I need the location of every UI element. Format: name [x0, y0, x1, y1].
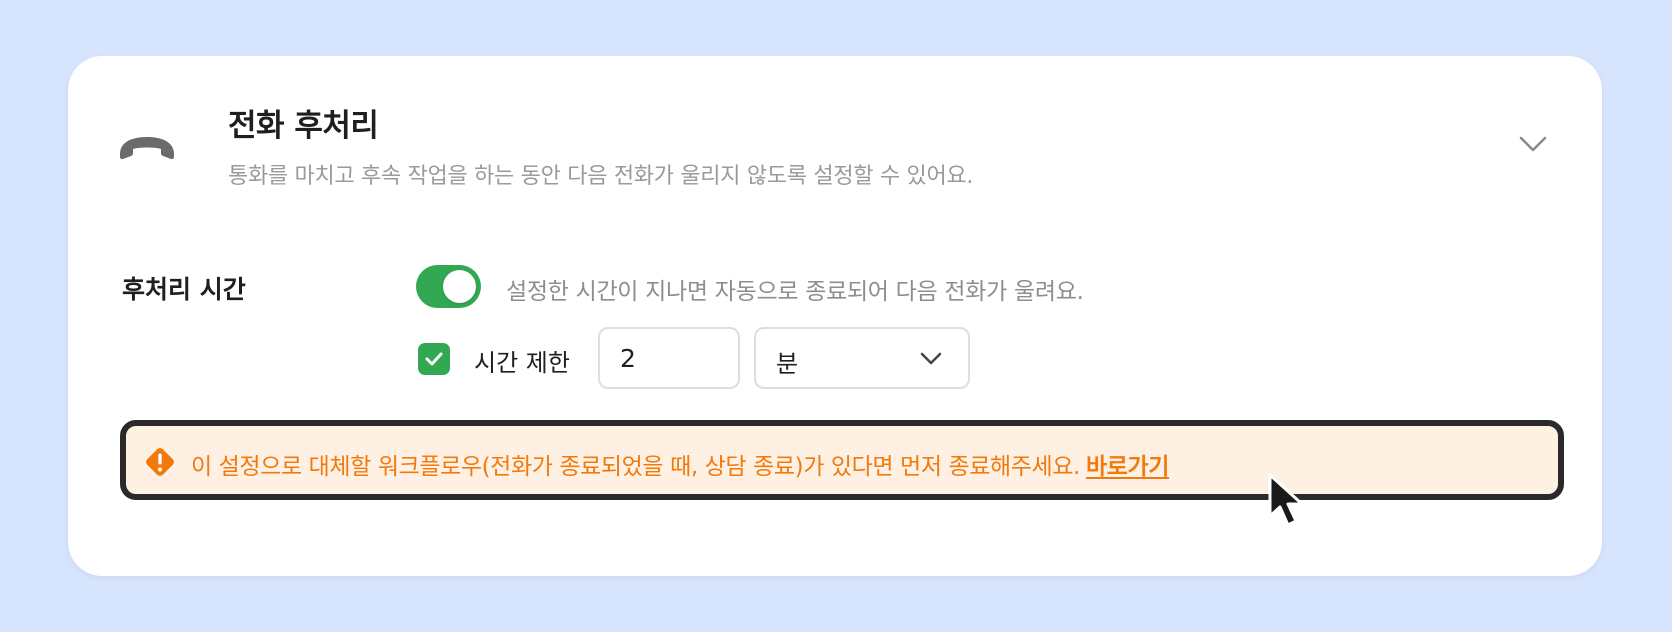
after-call-toggle[interactable]: [416, 265, 481, 308]
time-limit-checkbox[interactable]: [418, 343, 450, 375]
time-unit-value: 분: [776, 350, 799, 378]
toggle-description: 설정한 시간이 지나면 자동으로 종료되어 다음 전화가 울려요.: [506, 279, 1084, 305]
section-description: 통화를 마치고 후속 작업을 하는 동안 다음 전화가 울리지 않도록 설정할 …: [228, 164, 974, 189]
warning-icon: [146, 448, 174, 476]
time-unit-select[interactable]: 분: [754, 327, 970, 389]
setting-label: 후처리 시간: [122, 275, 246, 304]
warning-message-line: 이 설정으로 대체할 워크플로우(전화가 종료되었을 때, 상담 종료)가 있다…: [191, 447, 1169, 481]
checkmark-icon: [425, 352, 443, 366]
chevron-down-icon: [920, 352, 942, 365]
chevron-down-icon[interactable]: [1518, 134, 1548, 154]
toggle-knob: [443, 270, 476, 303]
shortcut-link[interactable]: 바로가기: [1086, 454, 1169, 480]
time-limit-input[interactable]: [598, 327, 740, 389]
mouse-pointer-icon: [1268, 473, 1304, 527]
warning-banner: 이 설정으로 대체할 워크플로우(전화가 종료되었을 때, 상담 종료)가 있다…: [120, 420, 1564, 500]
warning-message: 이 설정으로 대체할 워크플로우(전화가 종료되었을 때, 상담 종료)가 있다…: [191, 454, 1080, 480]
section-title: 전화 후처리: [228, 108, 379, 144]
time-limit-label: 시간 제한: [474, 349, 570, 377]
phone-hangup-icon: [120, 137, 174, 160]
